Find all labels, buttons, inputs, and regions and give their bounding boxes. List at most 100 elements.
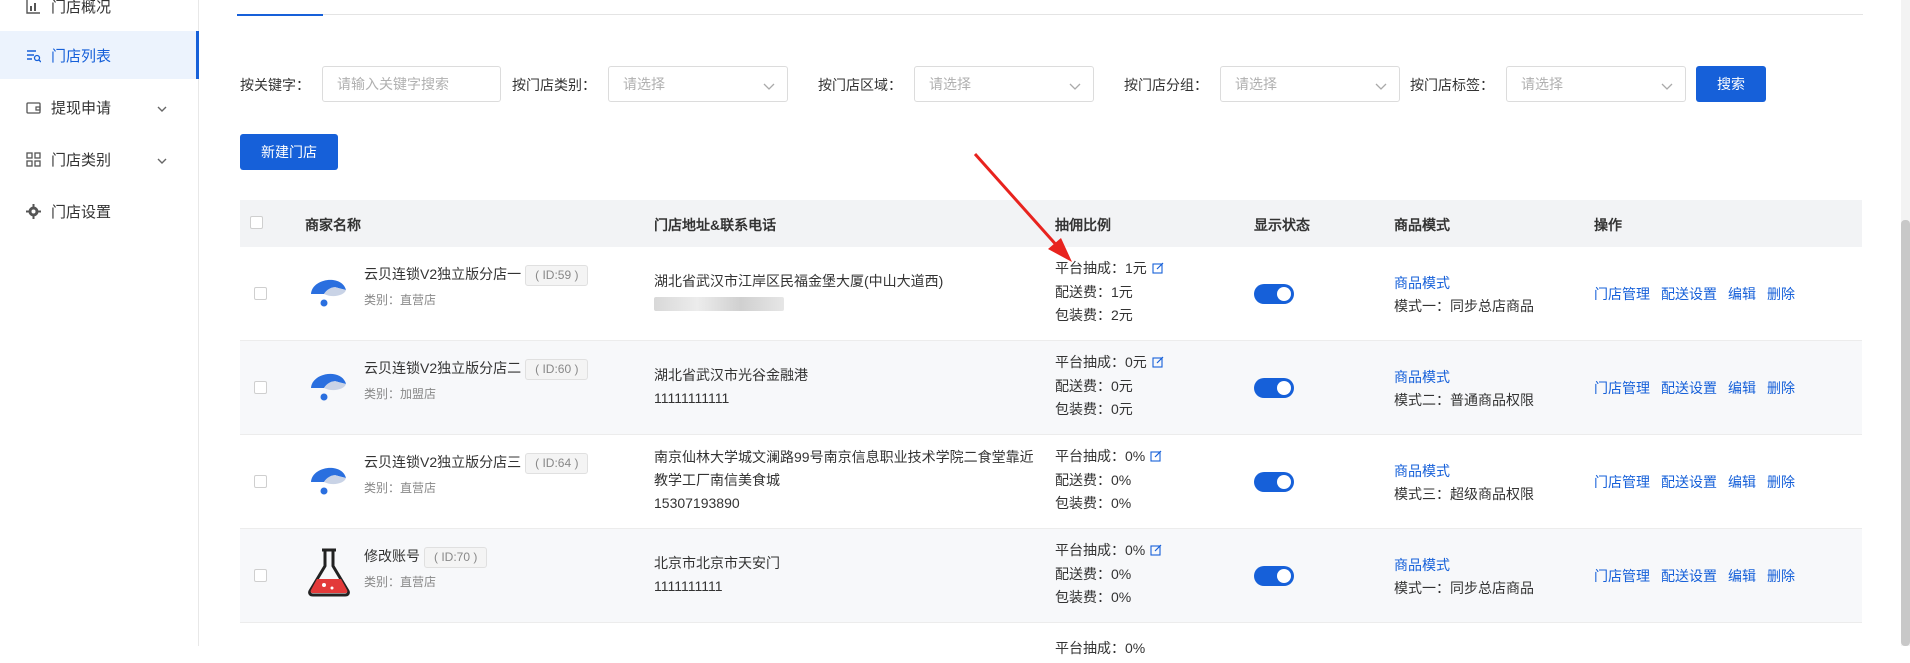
goods-mode-desc: 模式二：普通商品权限 bbox=[1394, 392, 1534, 408]
store-category: 类别：直营店 bbox=[364, 481, 437, 495]
store-address: 湖北省武汉市光谷金融港 bbox=[654, 367, 808, 383]
store-id-badge: ( ID:70 ) bbox=[424, 546, 488, 568]
display-toggle[interactable] bbox=[1254, 472, 1294, 492]
search-button[interactable]: 搜索 bbox=[1696, 66, 1766, 102]
chevron-down-icon bbox=[157, 151, 167, 168]
delivery-settings-link[interactable]: 配送设置 bbox=[1661, 568, 1717, 584]
delete-link[interactable]: 删除 bbox=[1767, 286, 1795, 302]
sidebar-item-label: 提现申请 bbox=[51, 99, 112, 117]
header-operations: 操作 bbox=[1594, 217, 1622, 233]
store-manage-link[interactable]: 门店管理 bbox=[1594, 568, 1650, 584]
edit-link[interactable]: 编辑 bbox=[1728, 380, 1756, 396]
delivery-settings-link[interactable]: 配送设置 bbox=[1661, 474, 1717, 490]
store-name: 修改账号 bbox=[364, 548, 420, 564]
tag-placeholder: 请选择 bbox=[1521, 76, 1563, 92]
sidebar-item-label: 门店设置 bbox=[51, 203, 112, 221]
delete-link[interactable]: 删除 bbox=[1767, 568, 1795, 584]
row-checkbox[interactable] bbox=[254, 569, 267, 582]
group-select[interactable]: 请选择 bbox=[1220, 66, 1400, 102]
table-row: 修改账号( ID:70 ) 类别：直营店 北京市北京市天安门 111111111… bbox=[240, 529, 1862, 623]
keyword-search-input[interactable]: 请输入关键字搜索 bbox=[322, 66, 501, 102]
store-phone: 1111111111 bbox=[654, 578, 723, 594]
goods-mode-link[interactable]: 商品模式 bbox=[1394, 461, 1450, 481]
edit-icon[interactable] bbox=[1152, 352, 1164, 375]
category-label: 按门店类别： bbox=[512, 77, 596, 93]
region-select[interactable]: 请选择 bbox=[914, 66, 1094, 102]
store-id-badge: ( ID:64 ) bbox=[525, 452, 589, 474]
tag-select[interactable]: 请选择 bbox=[1506, 66, 1686, 102]
display-toggle[interactable] bbox=[1254, 566, 1294, 586]
platform-commission: 平台抽成：0% bbox=[1055, 640, 1146, 656]
delete-link[interactable]: 删除 bbox=[1767, 380, 1795, 396]
delete-link[interactable]: 删除 bbox=[1767, 474, 1795, 490]
store-address: 北京市北京市天安门 bbox=[654, 555, 780, 571]
edit-link[interactable]: 编辑 bbox=[1728, 474, 1756, 490]
display-toggle[interactable] bbox=[1254, 378, 1294, 398]
category-select[interactable]: 请选择 bbox=[608, 66, 788, 102]
chart-icon bbox=[25, 0, 41, 14]
goods-mode-desc: 模式一：同步总店商品 bbox=[1394, 298, 1534, 314]
delivery-settings-link[interactable]: 配送设置 bbox=[1661, 286, 1717, 302]
scrollbar-thumb[interactable] bbox=[1901, 220, 1910, 646]
new-store-button[interactable]: 新建门店 bbox=[240, 134, 338, 170]
edit-link[interactable]: 编辑 bbox=[1728, 286, 1756, 302]
edit-icon[interactable] bbox=[1150, 540, 1162, 563]
sidebar-item-store-overview[interactable]: 门店概况 bbox=[0, 0, 199, 30]
group-placeholder: 请选择 bbox=[1235, 76, 1277, 92]
main-content: 按关键字： 请输入关键字搜索 按门店类别： 请选择 按门店区域： 请选择 按门店… bbox=[199, 0, 1910, 656]
edit-icon[interactable] bbox=[1152, 258, 1164, 281]
store-manage-link[interactable]: 门店管理 bbox=[1594, 380, 1650, 396]
sidebar-item-store-category[interactable]: 门店类别 bbox=[0, 135, 199, 183]
table-row: 平台抽成：0% bbox=[240, 623, 1862, 663]
delivery-settings-link[interactable]: 配送设置 bbox=[1661, 380, 1717, 396]
select-all-checkbox[interactable] bbox=[250, 216, 263, 229]
platform-commission: 平台抽成：0% bbox=[1055, 448, 1146, 464]
goods-mode-link[interactable]: 商品模式 bbox=[1394, 555, 1450, 575]
table-row: 云贝连锁V2独立版分店一( ID:59 ) 类别：直营店 湖北省武汉市江岸区民福… bbox=[240, 247, 1862, 341]
platform-commission: 平台抽成：0% bbox=[1055, 542, 1146, 558]
row-checkbox[interactable] bbox=[254, 381, 267, 394]
table-row: 云贝连锁V2独立版分店三( ID:64 ) 类别：直营店 南京仙林大学城文澜路9… bbox=[240, 435, 1862, 529]
cloud-logo-icon bbox=[308, 460, 350, 499]
goods-mode-link[interactable]: 商品模式 bbox=[1394, 273, 1450, 293]
store-category: 类别：直营店 bbox=[364, 575, 437, 589]
chevron-down-icon bbox=[1069, 78, 1081, 94]
packing-fee: 包装费：2元 bbox=[1055, 306, 1133, 323]
sidebar-item-store-list[interactable]: 门店列表 bbox=[0, 31, 199, 79]
edit-link[interactable]: 编辑 bbox=[1728, 568, 1756, 584]
store-category: 类别：加盟店 bbox=[364, 387, 437, 401]
store-name: 云贝连锁V2独立版分店三 bbox=[364, 454, 522, 470]
display-toggle[interactable] bbox=[1254, 284, 1294, 304]
sidebar-item-store-settings[interactable]: 门店设置 bbox=[0, 187, 199, 235]
row-checkbox[interactable] bbox=[254, 287, 267, 300]
sidebar-item-label: 门店概况 bbox=[51, 0, 112, 16]
tab-active-indicator[interactable] bbox=[237, 0, 323, 16]
row-checkbox[interactable] bbox=[254, 475, 267, 488]
store-manage-link[interactable]: 门店管理 bbox=[1594, 474, 1650, 490]
header-display-status: 显示状态 bbox=[1254, 217, 1310, 233]
group-label: 按门店分组： bbox=[1124, 77, 1208, 93]
cloud-logo-icon bbox=[308, 272, 350, 311]
delivery-fee: 配送费：0% bbox=[1055, 565, 1132, 582]
phone-redacted bbox=[654, 297, 784, 314]
delivery-fee: 配送费：0% bbox=[1055, 471, 1132, 488]
vertical-scrollbar[interactable] bbox=[1901, 0, 1910, 646]
edit-icon[interactable] bbox=[1150, 446, 1162, 469]
goods-mode-link[interactable]: 商品模式 bbox=[1394, 367, 1450, 387]
header-address: 门店地址&联系电话 bbox=[654, 217, 777, 233]
packing-fee: 包装费：0% bbox=[1055, 494, 1132, 511]
sidebar-item-label: 门店类别 bbox=[51, 151, 112, 169]
sidebar-item-withdraw[interactable]: 提现申请 bbox=[0, 83, 199, 131]
wallet-icon bbox=[25, 99, 41, 115]
packing-fee: 包装费：0元 bbox=[1055, 400, 1133, 417]
category-placeholder: 请选择 bbox=[623, 76, 665, 92]
tab-bar bbox=[237, 0, 1863, 16]
region-label: 按门店区域： bbox=[818, 77, 902, 93]
store-manage-link[interactable]: 门店管理 bbox=[1594, 286, 1650, 302]
tag-label: 按门店标签： bbox=[1410, 77, 1494, 93]
store-phone: 15307193890 bbox=[654, 495, 740, 511]
store-name: 云贝连锁V2独立版分店一 bbox=[364, 266, 522, 282]
delivery-fee: 配送费：1元 bbox=[1055, 283, 1133, 300]
keyword-label: 按关键字： bbox=[240, 77, 310, 93]
cloud-logo-icon bbox=[308, 366, 350, 405]
